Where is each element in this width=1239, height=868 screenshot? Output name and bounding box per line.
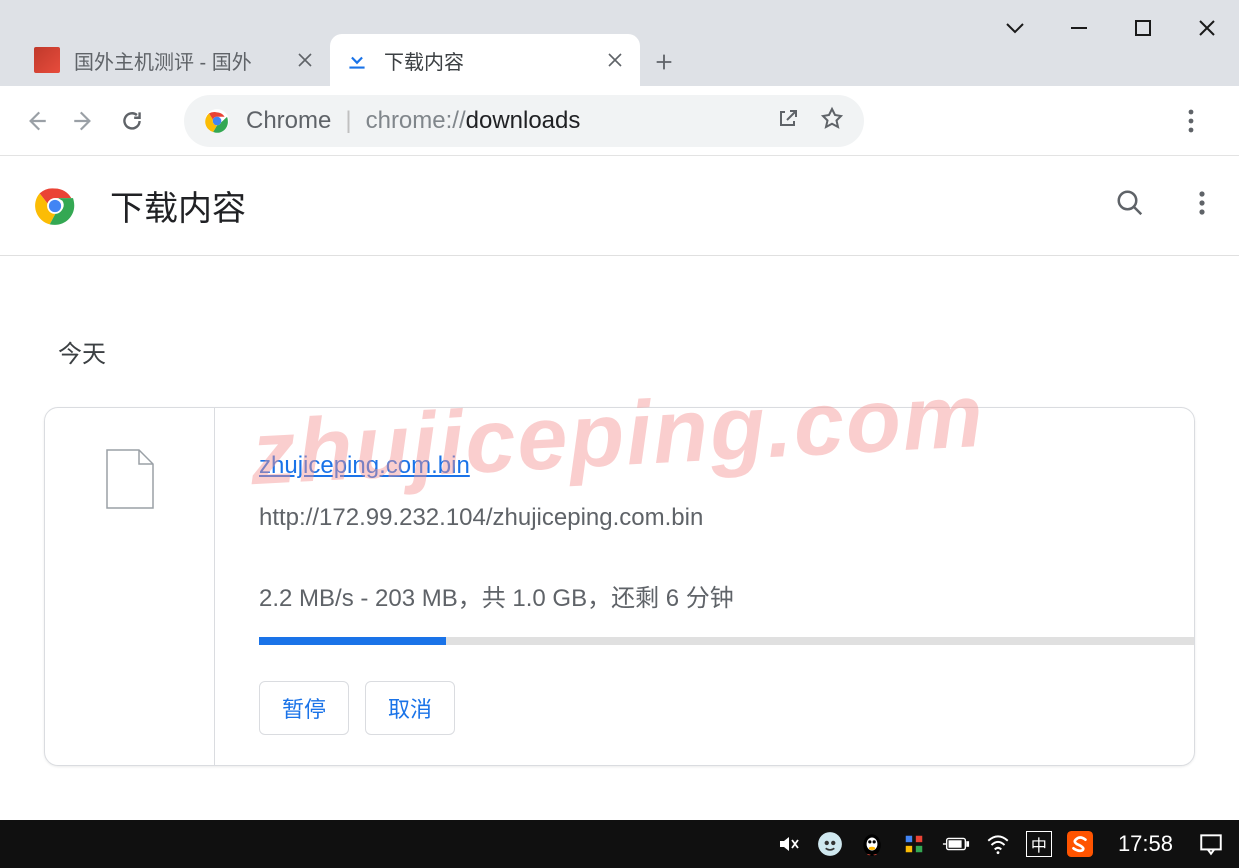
tab-title: 国外主机测评 - 国外	[74, 46, 284, 75]
page-header: 下载内容	[0, 156, 1239, 256]
download-item: zhujiceping.com.bin http://172.99.232.10…	[44, 407, 1195, 766]
address-bar: Chrome | chrome://downloads	[0, 86, 1239, 156]
more-menu-icon[interactable]	[1199, 190, 1205, 221]
favicon-icon	[34, 47, 60, 73]
cancel-button[interactable]: 取消	[365, 681, 455, 735]
file-icon-area	[45, 408, 215, 765]
page-title: 下载内容	[110, 181, 246, 230]
chrome-menu-button[interactable]	[1167, 97, 1215, 145]
search-icon[interactable]	[1115, 188, 1145, 223]
progress-bar	[259, 637, 1194, 645]
share-icon[interactable]	[776, 106, 800, 135]
ime-indicator[interactable]: 中	[1026, 831, 1052, 857]
notifications-icon[interactable]	[1197, 830, 1225, 858]
file-icon	[105, 448, 155, 510]
forward-button[interactable]	[60, 97, 108, 145]
chrome-chip-icon	[204, 108, 230, 134]
download-url: http://172.99.232.104/zhujiceping.com.bi…	[259, 504, 1194, 532]
omnibox-url: chrome://downloads	[366, 107, 581, 135]
separator: |	[345, 107, 351, 135]
battery-icon[interactable]	[942, 830, 970, 858]
bookmark-star-icon[interactable]	[820, 106, 844, 135]
minimize-button[interactable]	[1047, 0, 1111, 56]
download-icon	[344, 47, 370, 73]
volume-muted-icon[interactable]	[774, 830, 802, 858]
app-tray-icon-2[interactable]	[900, 830, 928, 858]
tab-1[interactable]: 国外主机测评 - 国外	[20, 34, 330, 86]
wifi-icon[interactable]	[984, 830, 1012, 858]
tab-2-active[interactable]: 下载内容	[330, 34, 640, 86]
omnibox-content: Chrome | chrome://downloads	[246, 107, 580, 135]
chevron-down-icon[interactable]	[983, 0, 1047, 56]
new-tab-button[interactable]	[640, 38, 688, 86]
reload-button[interactable]	[108, 97, 156, 145]
tab-title: 下载内容	[384, 46, 594, 75]
progress-fill	[259, 637, 446, 645]
download-status: 2.2 MB/s - 203 MB，共 1.0 GB，还剩 6 分钟	[259, 578, 1194, 613]
download-details: zhujiceping.com.bin http://172.99.232.10…	[215, 408, 1194, 765]
close-tab-icon[interactable]	[294, 49, 316, 71]
app-tray-icon-1[interactable]	[816, 830, 844, 858]
back-button[interactable]	[12, 97, 60, 145]
qq-tray-icon[interactable]	[858, 830, 886, 858]
close-window-button[interactable]	[1175, 0, 1239, 56]
taskbar-clock[interactable]: 17:58	[1118, 831, 1173, 857]
download-actions: 暂停 取消	[259, 681, 1194, 735]
chrome-logo-icon	[34, 185, 76, 227]
sogou-tray-icon[interactable]	[1066, 830, 1094, 858]
pause-button[interactable]: 暂停	[259, 681, 349, 735]
omnibox-chip: Chrome	[246, 107, 331, 135]
section-label: 今天	[58, 334, 1195, 369]
windows-taskbar: 中 17:58	[0, 820, 1239, 868]
omnibox[interactable]: Chrome | chrome://downloads	[184, 95, 864, 147]
maximize-button[interactable]	[1111, 0, 1175, 56]
close-tab-icon[interactable]	[604, 49, 626, 71]
window-title-bar: 国外主机测评 - 国外 下载内容	[0, 0, 1239, 86]
window-controls	[983, 0, 1239, 56]
download-filename-link[interactable]: zhujiceping.com.bin	[259, 452, 1194, 480]
downloads-content: zhujiceping.com 今天 zhujiceping.com.bin h…	[0, 334, 1239, 766]
